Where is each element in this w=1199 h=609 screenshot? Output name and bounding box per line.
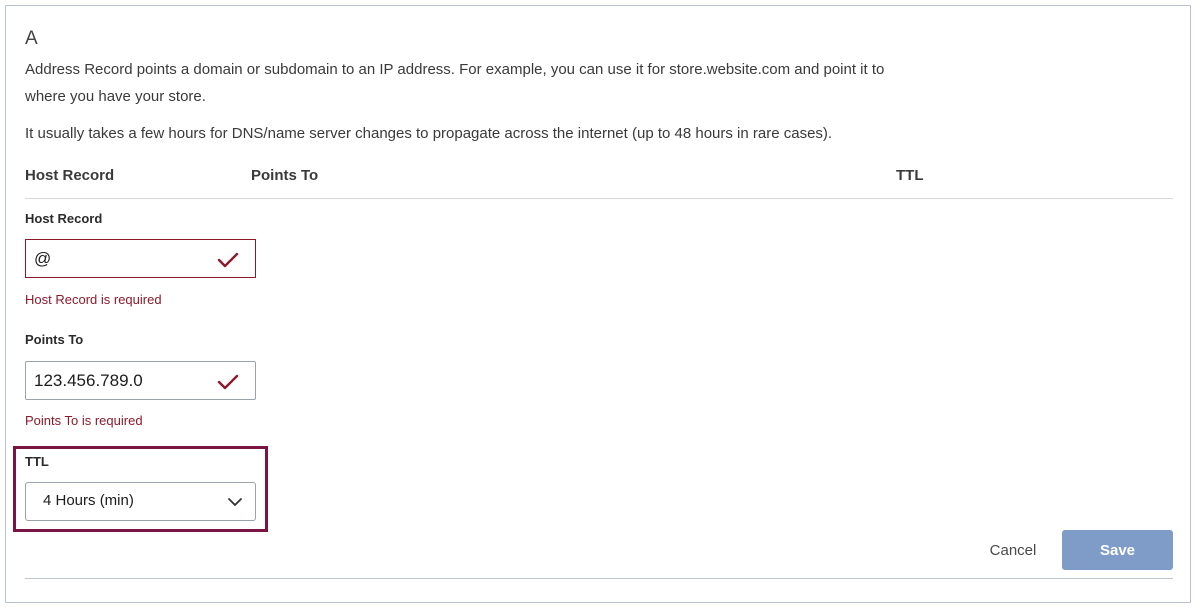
host-record-label: Host Record bbox=[25, 211, 103, 226]
column-header-points-to: Points To bbox=[251, 167, 319, 184]
record-description: Address Record points a domain or subdom… bbox=[25, 61, 885, 105]
host-record-input[interactable]: @ bbox=[25, 239, 256, 278]
header-divider bbox=[25, 198, 1173, 199]
points-to-input[interactable]: 123.456.789.0 bbox=[25, 361, 256, 400]
footer-divider bbox=[25, 578, 1173, 579]
column-header-host-record: Host Record bbox=[25, 167, 115, 184]
cancel-button[interactable]: Cancel bbox=[975, 530, 1051, 570]
checkmark-icon bbox=[217, 374, 239, 390]
save-button[interactable]: Save bbox=[1062, 530, 1173, 570]
points-to-error: Points To is required bbox=[25, 413, 143, 428]
chevron-down-icon bbox=[228, 498, 242, 506]
ttl-select[interactable]: 4 Hours (min) bbox=[25, 482, 256, 521]
points-to-label: Points To bbox=[25, 332, 84, 347]
column-header-ttl: TTL bbox=[896, 167, 924, 184]
points-to-value: 123.456.789.0 bbox=[34, 371, 143, 390]
host-record-error: Host Record is required bbox=[25, 292, 162, 307]
host-record-value: @ bbox=[34, 249, 52, 268]
ttl-label: TTL bbox=[25, 454, 49, 469]
checkmark-icon bbox=[217, 252, 239, 268]
ttl-selected-value: 4 Hours (min) bbox=[43, 492, 134, 509]
propagation-note: It usually takes a few hours for DNS/nam… bbox=[25, 125, 833, 142]
record-type-title: A bbox=[25, 28, 38, 49]
